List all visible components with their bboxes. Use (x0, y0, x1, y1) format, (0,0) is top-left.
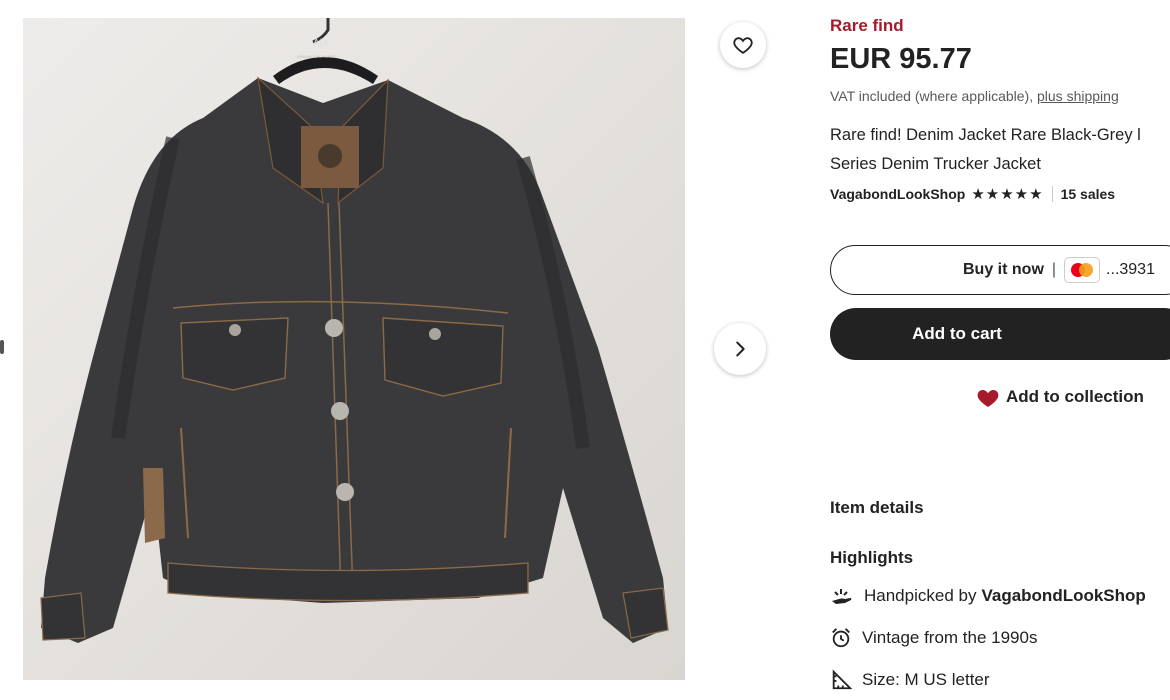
product-title: Rare find! Denim Jacket Rare Black-Grey … (830, 121, 1170, 179)
favorite-button[interactable] (720, 22, 766, 68)
item-details-heading[interactable]: Item details (830, 498, 924, 518)
buy-it-now-button[interactable]: Buy it now | ...3931 (830, 245, 1170, 295)
hanger-subtext: ARMANI EXCHANGE (297, 54, 336, 59)
card-number: ...3931 (1106, 261, 1155, 278)
chevron-right-icon (736, 341, 745, 357)
add-to-cart-button[interactable]: Add to cart (830, 308, 1170, 360)
sales-count: 15 sales (1060, 186, 1116, 202)
price: EUR 95.77 (830, 43, 972, 75)
rating-stars: ★★★★★ (971, 186, 1044, 203)
divider (1051, 186, 1053, 202)
denim-jacket-illustration: A|X ARMANI EXCHANGE (40, 18, 669, 643)
product-title-line1: Rare find! Denim Jacket Rare Black-Grey … (830, 126, 1141, 144)
size-text: Size: M US letter (862, 670, 990, 689)
add-to-collection-label: Add to collection (1006, 387, 1144, 406)
hanger-logo: A|X (313, 38, 329, 49)
add-to-collection-button[interactable]: Add to collection (976, 386, 1144, 408)
product-title-line2: Series Denim Trucker Jacket (830, 155, 1041, 173)
highlight-handpicked: Handpicked by VagabondLookShop (830, 585, 1146, 607)
alarm-clock-icon (832, 628, 850, 648)
highlight-vintage: Vintage from the 1990s (830, 627, 1037, 649)
ruler-triangle-icon (832, 669, 852, 690)
product-image[interactable]: A|X ARMANI EXCHANGE (23, 18, 685, 680)
highlights-heading: Highlights (830, 548, 914, 567)
heart-outline-icon (733, 37, 753, 54)
handpicked-prefix: Handpicked by (864, 586, 977, 605)
vat-note: VAT included (where applicable), plus sh… (830, 88, 1119, 104)
heart-filled-icon (977, 389, 999, 407)
shipping-link[interactable]: plus shipping (1037, 88, 1119, 104)
vat-text: VAT included (where applicable), (830, 88, 1037, 104)
highlight-size: Size: M US letter (830, 669, 990, 691)
next-image-button[interactable] (714, 323, 766, 375)
mastercard-icon (1064, 257, 1101, 283)
carousel-left-edge (0, 340, 4, 354)
vintage-text: Vintage from the 1990s (862, 628, 1038, 647)
buy-it-now-label: Buy it now (963, 261, 1044, 278)
buy-now-separator: | (1051, 261, 1057, 278)
seller-row: VagabondLookShop ★★★★★ 15 sales (830, 185, 1115, 203)
hand-sparkle-icon (832, 589, 852, 604)
seller-name-link[interactable]: VagabondLookShop (830, 186, 965, 202)
handpicked-shop-link[interactable]: VagabondLookShop (981, 586, 1145, 606)
rare-find-badge: Rare find (830, 16, 904, 35)
